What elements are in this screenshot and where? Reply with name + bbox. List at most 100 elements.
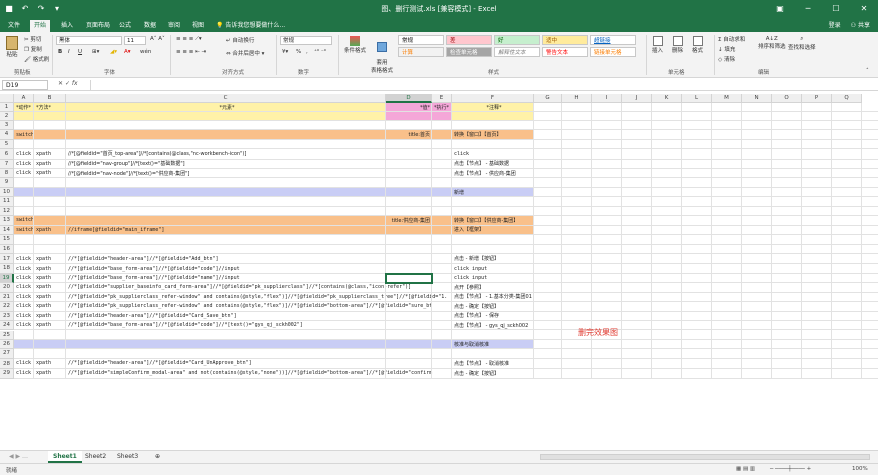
cell-a14[interactable]: switch: [14, 226, 34, 234]
format-as-table-button[interactable]: 套用 表格格式: [370, 36, 394, 80]
tab-file[interactable]: 文件: [4, 20, 24, 32]
cell-b29[interactable]: xpath: [34, 369, 51, 377]
cell-style-1[interactable]: 差: [446, 35, 492, 45]
cell-b6[interactable]: xpath: [34, 149, 51, 158]
cell-a28[interactable]: click: [14, 359, 31, 368]
row-header[interactable]: 29: [0, 369, 14, 379]
fx-icon[interactable]: fx: [72, 80, 78, 87]
close-icon[interactable]: ✕: [850, 0, 878, 18]
row-header[interactable]: 13: [0, 216, 14, 226]
column-header-a[interactable]: A: [14, 94, 34, 103]
cell-c29[interactable]: //*[@fieldid="simpleConfirm_modal-area" …: [66, 369, 432, 377]
row-header[interactable]: 16: [0, 244, 14, 255]
cell-f13[interactable]: 转换【窗口】【供应商-集团】: [452, 216, 518, 224]
cell-c23[interactable]: //*[@fieldid="header-area"]//*[@fieldid=…: [66, 312, 237, 320]
tab-page-layout[interactable]: 页面布局: [82, 20, 114, 32]
phonetic-button[interactable]: wén: [140, 49, 151, 55]
merge-center-button[interactable]: ⇔ 合并后居中 ▾: [226, 49, 264, 57]
cell-c24[interactable]: //*[@fieldid="base_form-area"]//*[@field…: [66, 321, 303, 329]
column-header-j[interactable]: J: [622, 94, 652, 103]
cell-a6[interactable]: click: [14, 149, 31, 158]
cell-f19[interactable]: click input: [452, 274, 487, 282]
row-header[interactable]: 6: [0, 149, 14, 160]
cell-c20[interactable]: //*[@fieldid="supplier_baseinfo_card_for…: [66, 283, 411, 291]
column-header-h[interactable]: H: [562, 94, 592, 103]
cell-style-5[interactable]: 计算: [398, 47, 444, 57]
cell-c8[interactable]: //*[@fieldid="nav-node"]//*[text()="供应商-…: [66, 169, 189, 177]
cell-f28[interactable]: 点击【节点】 - 取消核准: [452, 359, 509, 368]
cell-a13[interactable]: switch: [14, 216, 34, 224]
cell-b22[interactable]: xpath: [34, 302, 51, 310]
decimal-icons[interactable]: ⁺⁰ ⁻⁰: [314, 49, 326, 55]
cell-b14[interactable]: xpath: [34, 226, 51, 234]
number-format-select[interactable]: 常规: [280, 36, 332, 45]
tell-me-box[interactable]: 💡 告诉我您想要做什么...: [212, 20, 289, 32]
cell-a17[interactable]: click: [14, 254, 31, 263]
border-icon[interactable]: ⊞▾: [92, 49, 99, 55]
row-header[interactable]: 17: [0, 254, 14, 265]
format-cells-button[interactable]: 格式: [692, 36, 703, 54]
cell-style-4[interactable]: 超链接: [590, 35, 636, 45]
column-header-q[interactable]: Q: [832, 94, 862, 103]
cell-b21[interactable]: xpath: [34, 293, 51, 301]
select-all-corner[interactable]: [0, 94, 14, 103]
cell-c6[interactable]: //*[@fieldid="首页_top-area"]//*[contains(…: [66, 149, 246, 158]
column-header-m[interactable]: M: [712, 94, 742, 103]
cell-c1[interactable]: *元素*: [66, 103, 386, 111]
cell-style-2[interactable]: 好: [494, 35, 540, 45]
row-header[interactable]: 14: [0, 225, 14, 236]
cell-c28[interactable]: //*[@fieldid="header-area"]//*[@fieldid=…: [66, 359, 252, 368]
cell-style-8[interactable]: 警告文本: [542, 47, 588, 57]
cell-b23[interactable]: xpath: [34, 312, 51, 320]
fill-button[interactable]: ↓ 填充: [718, 45, 735, 53]
cell-c18[interactable]: //*[@fieldid="base_form-area"]//*[@field…: [66, 264, 240, 272]
tab-formulas[interactable]: 公式: [115, 20, 135, 32]
cell-f1[interactable]: *注释*: [452, 103, 534, 111]
currency-icon[interactable]: ¥▾: [282, 49, 288, 55]
font-size-select[interactable]: 11: [124, 36, 146, 45]
row-header[interactable]: 28: [0, 358, 14, 370]
cell-b24[interactable]: xpath: [34, 321, 51, 329]
view-mode-icons[interactable]: ▦ ▤ ▥: [736, 466, 755, 472]
font-name-select[interactable]: 黑体: [56, 36, 122, 45]
column-header-b[interactable]: B: [34, 94, 66, 103]
horizontal-scrollbar[interactable]: [540, 454, 870, 460]
row-header[interactable]: 25: [0, 330, 14, 340]
sheet-tab-1[interactable]: Sheet1: [48, 451, 82, 463]
format-painter-button[interactable]: 🖌 格式刷: [24, 55, 49, 63]
row-header[interactable]: 10: [0, 187, 14, 198]
cell-a19[interactable]: click: [14, 274, 31, 282]
cell-c14[interactable]: //iframe[@fieldid="main_iframe"]: [66, 226, 164, 234]
column-header-l[interactable]: L: [682, 94, 712, 103]
ribbon-display-icon[interactable]: ▣: [766, 0, 794, 18]
cell-a24[interactable]: click: [14, 321, 31, 329]
grow-font-icon[interactable]: A˄ A˅: [150, 36, 165, 42]
cell-a1[interactable]: *动作*: [14, 103, 31, 111]
row-header[interactable]: 3: [0, 120, 14, 131]
tab-home[interactable]: 开始: [30, 20, 51, 32]
sheet-nav-icons[interactable]: ◀ ▶ …: [4, 451, 33, 463]
fill-color-icon[interactable]: ◢▾: [110, 49, 117, 55]
column-header-f[interactable]: F: [452, 94, 534, 103]
cell-f21[interactable]: 点击【节点】 - 1.基本分类-集团01: [452, 293, 532, 301]
cell-a23[interactable]: click: [14, 312, 31, 320]
wrap-text-button[interactable]: ↵ 自动换行: [226, 36, 254, 44]
cell-f10[interactable]: 新增: [452, 188, 464, 196]
share-button[interactable]: ⚇ 共享: [851, 20, 870, 29]
row-header[interactable]: 12: [0, 206, 14, 217]
collapse-ribbon-icon[interactable]: ˄: [866, 68, 869, 74]
paste-button[interactable]: 粘贴: [6, 36, 18, 58]
cell-b20[interactable]: xpath: [34, 283, 51, 291]
row-header[interactable]: 23: [0, 311, 14, 322]
cell-f6[interactable]: click: [452, 149, 469, 158]
row-header[interactable]: 1: [0, 103, 14, 113]
row-header[interactable]: 27: [0, 349, 14, 359]
cell-f24[interactable]: 点击【节点】 - gys_qj_sckh002: [452, 321, 528, 329]
row-header[interactable]: 26: [0, 339, 14, 350]
add-sheet-icon[interactable]: ⊕: [150, 451, 165, 463]
row-header[interactable]: 11: [0, 197, 14, 207]
cell-f20[interactable]: 点开【参照】: [452, 283, 484, 291]
row-header[interactable]: 21: [0, 292, 14, 303]
font-color-icon[interactable]: A▾: [124, 49, 131, 55]
cell-c17[interactable]: //*[@fieldid="header-area"]//*[@fieldid=…: [66, 254, 219, 263]
